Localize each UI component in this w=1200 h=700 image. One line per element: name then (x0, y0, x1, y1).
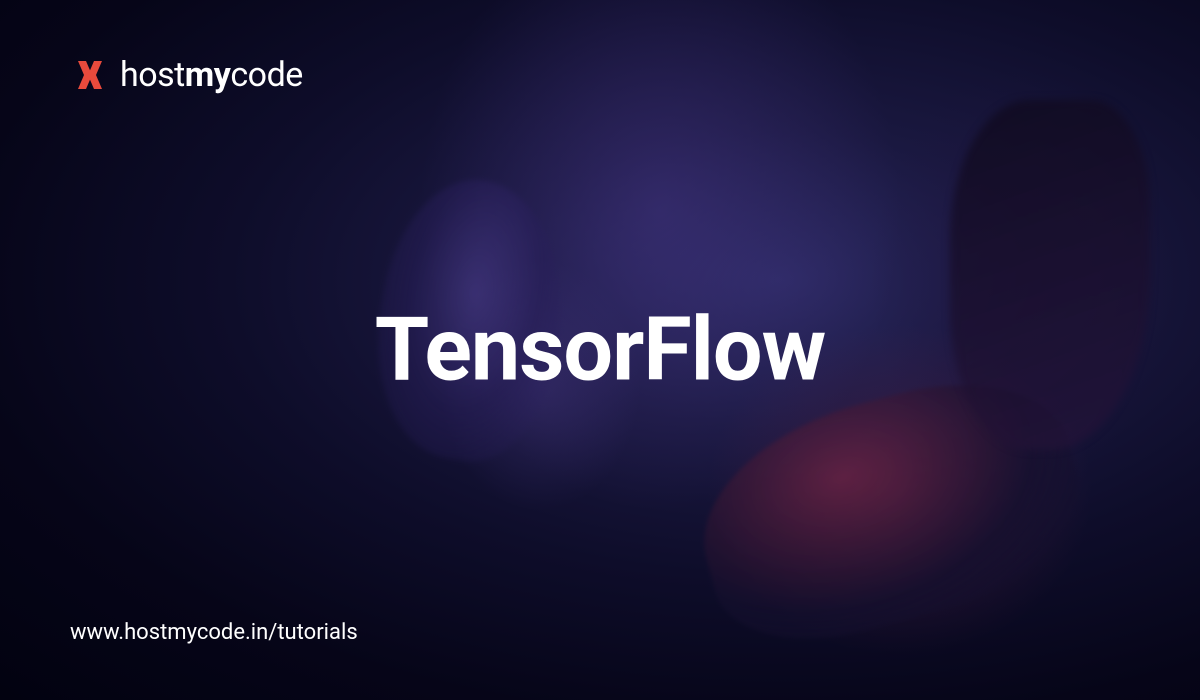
logo: hostmycode (70, 55, 303, 95)
logo-text: hostmycode (120, 55, 303, 95)
logo-text-part1: host (120, 55, 185, 95)
background-shape (950, 100, 1150, 450)
logo-text-part2: my (185, 55, 231, 95)
logo-text-part3: code (230, 55, 302, 95)
main-title: TensorFlow (375, 299, 825, 402)
logo-icon (70, 57, 110, 93)
footer-url: www.hostmycode.in/tutorials (70, 620, 358, 645)
